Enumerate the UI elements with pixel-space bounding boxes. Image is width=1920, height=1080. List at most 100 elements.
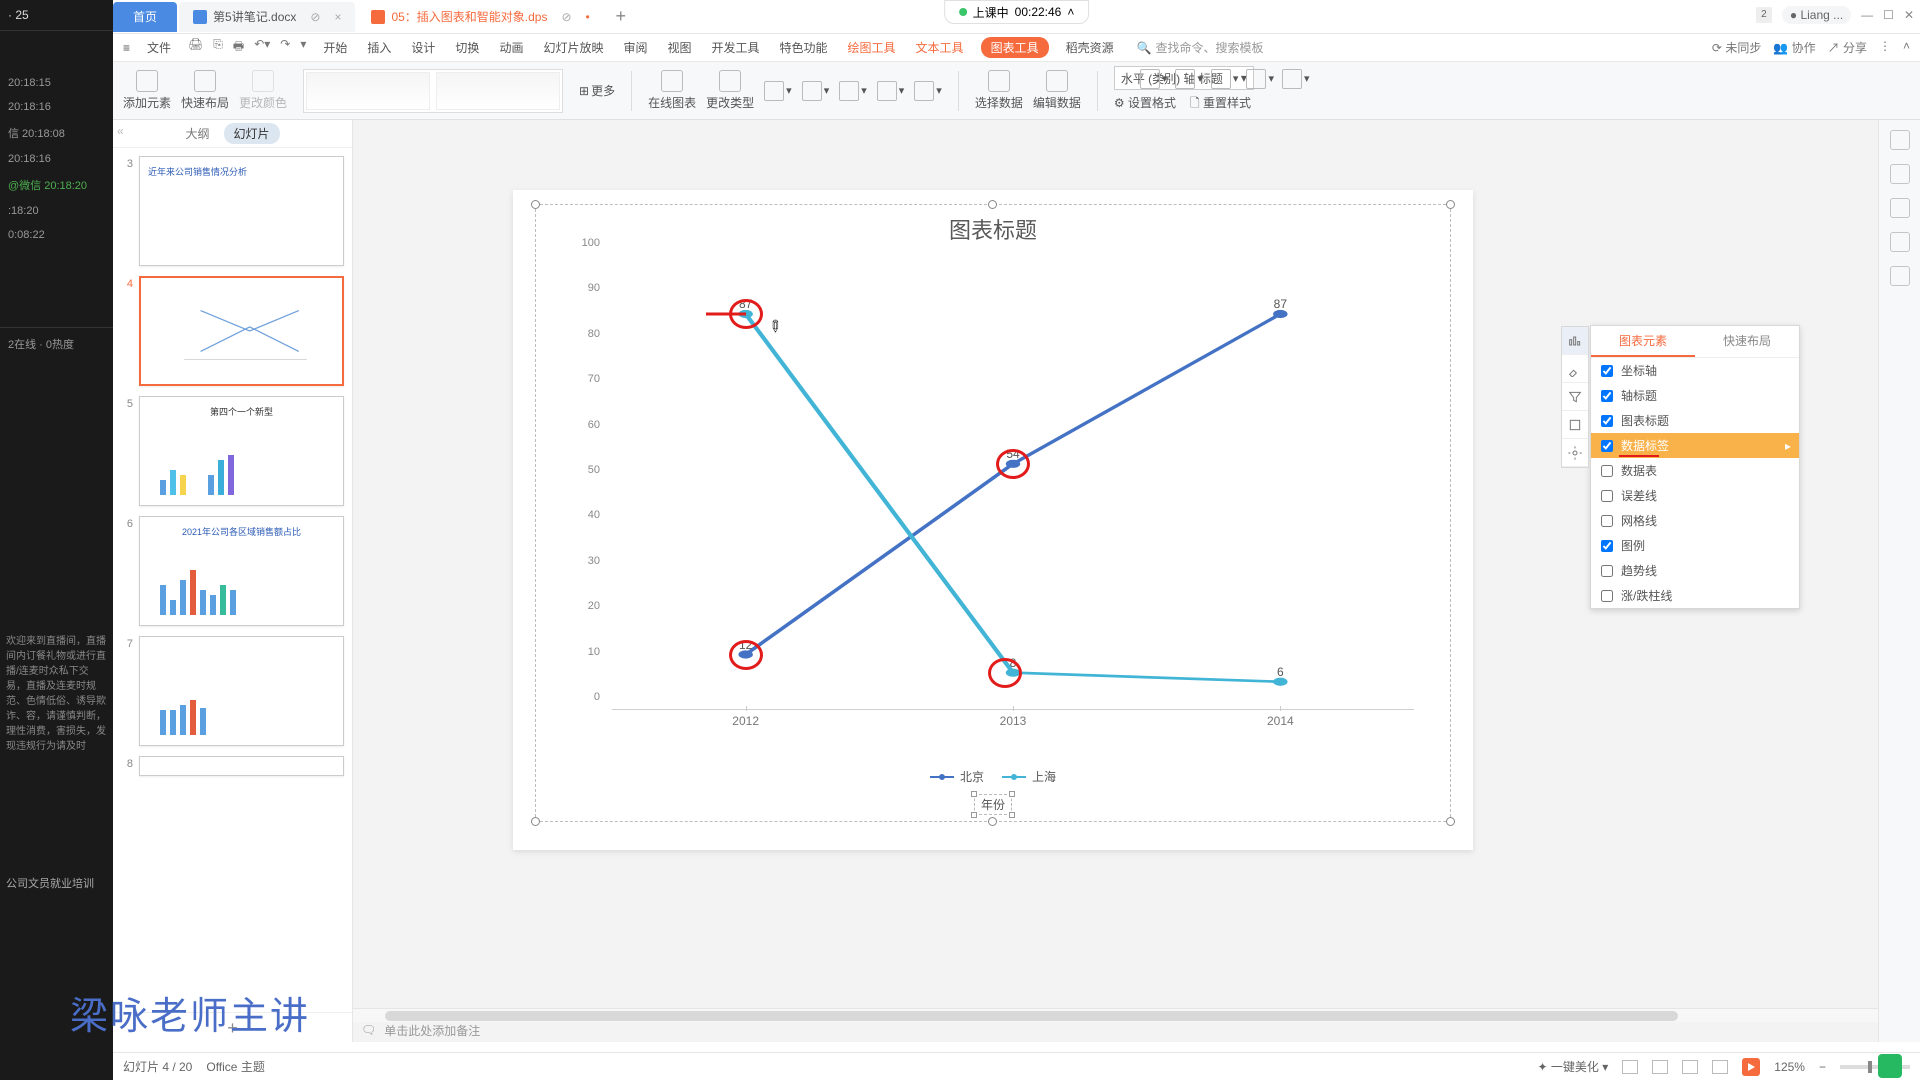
- notes-bar[interactable]: 🗨单击此处添加备注: [353, 1020, 1878, 1040]
- checkbox[interactable]: [1601, 540, 1613, 552]
- brush-icon[interactable]: [1562, 355, 1588, 383]
- tab-home[interactable]: 首页: [113, 2, 177, 32]
- resize-handle[interactable]: [531, 817, 540, 826]
- resize-handle[interactable]: [988, 200, 997, 209]
- user-pill[interactable]: ● Liang ...: [1782, 6, 1851, 24]
- slideshow-button[interactable]: [1742, 1058, 1760, 1076]
- menu-text-tools[interactable]: 文本工具: [913, 37, 967, 58]
- menu-daoke[interactable]: 稻壳资源: [1063, 37, 1117, 58]
- close-icon[interactable]: ×: [334, 10, 341, 24]
- chart-styles-gallery[interactable]: [303, 69, 563, 113]
- pin-icon[interactable]: ⊘: [561, 10, 571, 24]
- chart-legend[interactable]: 北京 上海: [930, 768, 1056, 785]
- minimize-icon[interactable]: —: [1861, 8, 1873, 22]
- slide-thumb-5[interactable]: 5第四个一个新型: [119, 396, 344, 506]
- resize-handle[interactable]: [1446, 200, 1455, 209]
- opt-axis-title[interactable]: 轴标题: [1591, 383, 1799, 408]
- checkbox[interactable]: [1601, 590, 1613, 602]
- slides-tab[interactable]: 幻灯片: [224, 123, 280, 144]
- axis-title-editor[interactable]: 年份: [974, 794, 1012, 815]
- checkbox[interactable]: [1601, 365, 1613, 377]
- checkbox[interactable]: [1601, 465, 1613, 477]
- maximize-icon[interactable]: ☐: [1883, 8, 1894, 22]
- rail-icon[interactable]: [1890, 266, 1910, 286]
- data-label[interactable]: 6: [1277, 665, 1284, 679]
- fp-tab-layout[interactable]: 快速布局: [1695, 326, 1799, 357]
- slide-thumb-8[interactable]: 8: [119, 756, 344, 776]
- dd8[interactable]: ▾: [1211, 69, 1239, 89]
- dd2[interactable]: ▾: [802, 81, 830, 101]
- style-preview[interactable]: [436, 72, 560, 110]
- zoom-level[interactable]: 125%: [1774, 1060, 1805, 1074]
- view-notes-icon[interactable]: [1712, 1060, 1728, 1074]
- dd5[interactable]: ▾: [914, 81, 942, 101]
- menu-start[interactable]: 开始: [320, 37, 350, 58]
- checkbox[interactable]: [1601, 440, 1613, 452]
- opt-legend[interactable]: 图例: [1591, 533, 1799, 558]
- opt-data-table[interactable]: 数据表: [1591, 458, 1799, 483]
- command-search[interactable]: 🔍 查找命令、搜索模板: [1137, 39, 1264, 56]
- edit-data-button[interactable]: 编辑数据: [1033, 70, 1081, 111]
- class-timer[interactable]: 上课中 00:22:46 ˄: [944, 0, 1090, 24]
- dd7[interactable]: ▾: [1175, 69, 1203, 89]
- dd4[interactable]: ▾: [877, 81, 905, 101]
- menu-slideshow[interactable]: 幻灯片放映: [540, 37, 606, 58]
- slide-thumb-3[interactable]: 3近年来公司销售情况分析: [119, 156, 344, 266]
- slide-canvas[interactable]: 图表标题 0102030405060708090100 201220132014…: [513, 190, 1473, 850]
- menu-view[interactable]: 视图: [664, 37, 694, 58]
- more-icon[interactable]: ⋮: [1879, 39, 1891, 56]
- dd3[interactable]: ▾: [839, 81, 867, 101]
- resize-handle[interactable]: [1446, 817, 1455, 826]
- chart-object[interactable]: 图表标题 0102030405060708090100 201220132014…: [535, 204, 1451, 822]
- style-preview[interactable]: [306, 72, 430, 110]
- checkbox[interactable]: [1601, 490, 1613, 502]
- collapse-ribbon-icon[interactable]: ˄: [1903, 39, 1910, 56]
- data-label[interactable]: 87: [1274, 297, 1287, 311]
- menu-file[interactable]: 文件: [144, 37, 174, 58]
- opt-error-bars[interactable]: 误差线: [1591, 483, 1799, 508]
- select-data-button[interactable]: 选择数据: [975, 70, 1023, 111]
- tab-doc2[interactable]: 05：插入图表和智能对象.dps ⊘ •: [357, 2, 603, 32]
- redo-icon[interactable]: ↷: [280, 37, 290, 58]
- qa-more-icon[interactable]: ▾: [300, 37, 306, 58]
- checkbox[interactable]: [1601, 515, 1613, 527]
- sync-button[interactable]: ⟳ 未同步: [1712, 39, 1761, 56]
- collapse-icon[interactable]: «: [117, 124, 124, 138]
- opt-data-labels[interactable]: 数据标签▸: [1591, 433, 1799, 458]
- opt-gridlines[interactable]: 网格线: [1591, 508, 1799, 533]
- rail-icon[interactable]: [1890, 198, 1910, 218]
- view-reading-icon[interactable]: [1682, 1060, 1698, 1074]
- zoom-out-icon[interactable]: −: [1819, 1060, 1826, 1074]
- menu-feature[interactable]: 特色功能: [777, 37, 831, 58]
- elements-icon[interactable]: [1562, 327, 1588, 355]
- thumbnail-list[interactable]: 3近年来公司销售情况分析 4 5第四个一个新型 62021年公司各区域销售额占比…: [113, 148, 352, 1012]
- pin-icon[interactable]: ⊘: [310, 10, 320, 24]
- stats-icon[interactable]: [1562, 411, 1588, 439]
- add-element-button[interactable]: 添加元素: [123, 70, 171, 111]
- view-normal-icon[interactable]: [1622, 1060, 1638, 1074]
- opt-trendline[interactable]: 趋势线: [1591, 558, 1799, 583]
- dd9[interactable]: ▾: [1246, 69, 1274, 89]
- menu-insert[interactable]: 插入: [364, 37, 394, 58]
- menu-draw-tools[interactable]: 绘图工具: [845, 37, 899, 58]
- print-icon[interactable]: 🖶: [233, 37, 244, 58]
- collab-button[interactable]: 👥 协作: [1773, 39, 1815, 56]
- menu-developer[interactable]: 开发工具: [709, 37, 763, 58]
- menu-review[interactable]: 审阅: [620, 37, 650, 58]
- menu-chart-tools[interactable]: 图表工具: [981, 37, 1049, 58]
- dd1[interactable]: ▾: [764, 81, 792, 101]
- slide-thumb-7[interactable]: 7: [119, 636, 344, 746]
- app-menu-icon[interactable]: ≡: [123, 41, 130, 55]
- opt-updown-bars[interactable]: 涨/跌柱线: [1591, 583, 1799, 608]
- menu-transition[interactable]: 切换: [452, 37, 482, 58]
- gear-icon[interactable]: [1562, 439, 1588, 467]
- new-tab-button[interactable]: +: [606, 6, 636, 27]
- fp-tab-elements[interactable]: 图表元素: [1591, 326, 1695, 357]
- preview-icon[interactable]: ⎘: [213, 37, 223, 58]
- resize-handle[interactable]: [988, 817, 997, 826]
- beautify-button[interactable]: ✦ 一键美化 ▾: [1538, 1058, 1609, 1075]
- dd10[interactable]: ▾: [1282, 69, 1310, 89]
- view-sorter-icon[interactable]: [1652, 1060, 1668, 1074]
- format-button[interactable]: ⚙ 设置格式: [1114, 94, 1176, 115]
- chart-elements-panel[interactable]: 图表元素 快速布局 坐标轴 轴标题 图表标题 数据标签▸ 数据表 误差线 网格线…: [1590, 325, 1800, 609]
